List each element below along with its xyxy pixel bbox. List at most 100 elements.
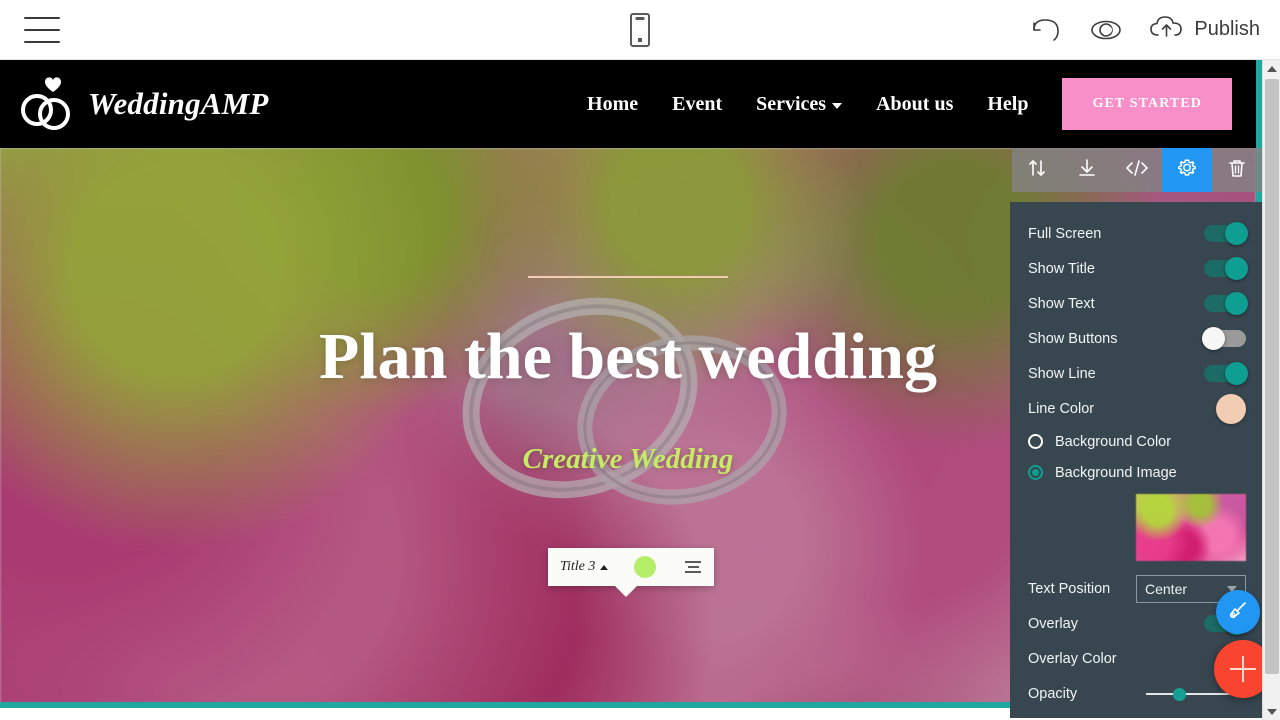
- nav-label: About us: [876, 92, 954, 115]
- setting-full-screen: Full Screen: [1028, 216, 1248, 251]
- setting-line-color: Line Color: [1028, 391, 1246, 426]
- hamburger-bar: [24, 16, 60, 19]
- setting-label: Opacity: [1028, 685, 1078, 702]
- line-color-swatch[interactable]: [1216, 393, 1246, 424]
- block-settings-panel: Full Screen Show Title Show Text Show Bu…: [1010, 202, 1262, 718]
- setting-label: Show Buttons: [1028, 330, 1118, 347]
- hamburger-bar: [24, 40, 60, 43]
- nav-label: Event: [672, 92, 723, 115]
- nav-label: Services: [756, 92, 827, 115]
- publish-button[interactable]: Publish: [1148, 13, 1260, 46]
- get-started-button[interactable]: GET STARTED: [1062, 78, 1232, 130]
- style-brush-fab[interactable]: [1216, 590, 1260, 634]
- show-title-toggle[interactable]: [1204, 257, 1248, 280]
- site-header: WeddingAMP Home Event Services About us …: [0, 60, 1256, 148]
- gear-icon: [1175, 156, 1199, 185]
- flower-bouquet-thumbnail[interactable]: [1136, 494, 1246, 561]
- setting-overlay: Overlay: [1028, 606, 1248, 641]
- block-toolbar: [1012, 148, 1262, 192]
- toggle-knob: [1202, 327, 1225, 350]
- setting-label: Overlay Color: [1028, 650, 1117, 667]
- select-value: Center: [1145, 580, 1188, 597]
- site-brand[interactable]: WeddingAMP: [18, 74, 269, 134]
- text-style-selector[interactable]: Title 3: [560, 559, 609, 575]
- undo-icon[interactable]: [1028, 16, 1064, 44]
- text-color-swatch[interactable]: [634, 556, 657, 578]
- toggle-knob: [1225, 292, 1248, 315]
- text-format-popover[interactable]: Title 3: [548, 548, 714, 597]
- setting-show-title: Show Title: [1028, 251, 1248, 286]
- setting-label: Show Text: [1028, 295, 1095, 312]
- publish-label: Publish: [1194, 18, 1260, 40]
- move-block-button[interactable]: [1012, 148, 1062, 192]
- paint-brush-icon: [1226, 598, 1250, 627]
- chevron-down-icon: [832, 103, 843, 109]
- hero-divider-line: [528, 276, 728, 278]
- download-icon: [1076, 157, 1098, 184]
- show-line-toggle[interactable]: [1204, 362, 1248, 385]
- nav-label: Home: [587, 92, 639, 115]
- setting-show-line: Show Line: [1028, 356, 1248, 391]
- nav-item-services[interactable]: Services: [756, 92, 843, 116]
- setting-label: Full Screen: [1028, 225, 1102, 242]
- toggle-knob: [1225, 222, 1248, 245]
- nav-item-help[interactable]: Help: [987, 93, 1028, 116]
- align-center-icon[interactable]: [684, 561, 702, 573]
- site-nav: Home Event Services About us Help GET ST…: [587, 78, 1256, 130]
- show-text-toggle[interactable]: [1204, 292, 1248, 315]
- radio-background-color[interactable]: Background Color: [1028, 426, 1246, 457]
- align-line: [685, 561, 701, 563]
- toggle-knob: [1225, 257, 1248, 280]
- setting-show-buttons: Show Buttons: [1028, 321, 1246, 356]
- hero-title[interactable]: Plan the best wedding: [319, 322, 937, 392]
- hero-subtitle[interactable]: Creative Wedding: [523, 443, 734, 476]
- background-image-preview-wrap: [1028, 488, 1246, 571]
- eye-preview-icon[interactable]: [1086, 16, 1126, 44]
- nav-item-about-us[interactable]: About us: [876, 93, 953, 116]
- scroll-up-arrow-icon[interactable]: [1263, 60, 1280, 77]
- setting-opacity: Opacity: [1028, 676, 1246, 711]
- hamburger-menu-icon[interactable]: [24, 16, 60, 43]
- setting-label: Show Line: [1028, 365, 1096, 382]
- radio-label: Background Color: [1055, 433, 1172, 450]
- trash-icon: [1226, 157, 1248, 184]
- slider-thumb[interactable]: [1173, 687, 1186, 701]
- scroll-down-arrow-icon[interactable]: [1263, 703, 1280, 720]
- radio-background-image[interactable]: Background Image: [1028, 457, 1246, 488]
- setting-show-text: Show Text: [1028, 286, 1248, 321]
- setting-label: Line Color: [1028, 400, 1095, 417]
- align-line: [687, 566, 699, 568]
- nav-label: Help: [987, 92, 1029, 115]
- radio-button: [1028, 465, 1043, 480]
- radio-button: [1028, 434, 1043, 449]
- mobile-device-icon[interactable]: [620, 8, 660, 52]
- block-settings-button[interactable]: [1162, 148, 1212, 192]
- show-buttons-toggle[interactable]: [1202, 327, 1246, 350]
- toggle-knob: [1225, 362, 1248, 385]
- nav-item-home[interactable]: Home: [587, 93, 638, 116]
- download-block-button[interactable]: [1062, 148, 1112, 192]
- cloud-upload-icon: [1148, 13, 1186, 46]
- delete-block-button[interactable]: [1212, 148, 1262, 192]
- wedding-rings-heart-logo: [18, 74, 74, 134]
- radio-label: Background Image: [1055, 464, 1177, 481]
- phone-glyph: [630, 12, 650, 47]
- full-screen-toggle[interactable]: [1204, 222, 1248, 245]
- page-scrollbar[interactable]: [1262, 60, 1280, 720]
- setting-text-position: Text Position Center: [1028, 571, 1246, 606]
- app-topbar: Publish: [0, 0, 1280, 60]
- brand-name: WeddingAMP: [88, 86, 269, 121]
- text-style-label: Title 3: [560, 559, 596, 574]
- setting-label: Show Title: [1028, 260, 1095, 277]
- hamburger-bar: [24, 28, 60, 31]
- chevron-up-icon: [600, 564, 609, 570]
- topbar-actions: Publish: [1028, 13, 1260, 46]
- code-brackets-icon: [1124, 157, 1150, 184]
- setting-label: Text Position: [1028, 580, 1111, 597]
- scrollbar-thumb[interactable]: [1265, 79, 1279, 674]
- setting-label: Overlay: [1028, 615, 1078, 632]
- nav-item-event[interactable]: Event: [672, 93, 722, 116]
- align-line: [685, 571, 701, 573]
- edit-code-button[interactable]: [1112, 148, 1162, 192]
- arrows-up-down-icon: [1026, 157, 1048, 184]
